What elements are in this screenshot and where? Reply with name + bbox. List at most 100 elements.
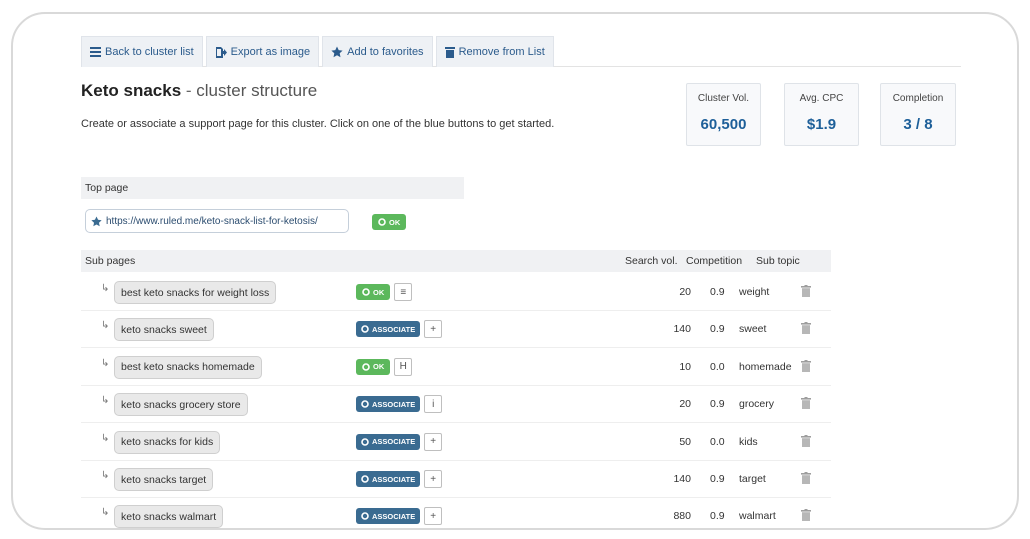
completion-label: Completion [892,93,944,104]
search-vol-value: 10 [679,360,691,373]
delete-row-trash-icon[interactable] [801,321,811,339]
associate-button[interactable]: ASSOCIATE [356,396,421,413]
export-icon [215,46,227,58]
plus-icon[interactable]: + [424,470,443,488]
competition-value: 0.9 [710,323,725,336]
associate-button[interactable]: ASSOCIATE [356,471,421,487]
cluster-description: Create or associate a support page for t… [81,118,555,130]
table-row: ↳ keto snacks target ASSOCIATE +140 0.9 targe… [81,461,831,498]
title-subtitle: cluster structure [196,81,318,100]
search-vol-value: 140 [673,473,691,485]
cluster-panel: Back to cluster list Export as image Add… [81,36,961,528]
completion-card: Completion 3 / 8 [880,83,956,146]
row-actions: ASSOCIATE + [356,320,443,339]
sub-topic-value: grocery [739,398,775,411]
sub-page-keyword[interactable]: keto snacks walmart [114,505,224,528]
sub-topic-value: homemade [739,360,792,373]
gear-icon [361,475,369,483]
table-row: ↳ best keto snacks homemade OK H 10 0.0 homema… [81,349,831,386]
sub-topic-value: walmart [739,510,776,523]
sub-item-arrow-icon: ↳ [101,432,110,444]
sub-topic-column-header: Sub topic [756,255,800,267]
gear-icon [361,512,369,521]
sub-item-arrow-icon: ↳ [101,320,110,332]
completion-value: 3 / 8 [903,116,933,133]
plus-icon[interactable]: + [424,320,443,339]
ok-badge[interactable]: OK [356,284,391,300]
cluster-keyword: Keto snacks [81,81,182,100]
export-as-image-button[interactable]: Export as image [205,36,320,67]
cluster-vol-label: Cluster Vol. [697,93,750,104]
remove-from-list-button[interactable]: Remove from List [435,36,554,67]
table-row: ↳ keto snacks for kids ASSOCIATE +50 0.0 kids [81,424,831,461]
associate-button[interactable]: ASSOCIATE [356,508,421,525]
sub-page-keyword[interactable]: best keto snacks for weight loss [114,281,277,304]
status-label: OK [373,362,385,372]
sub-pages-heading: Sub pages [85,255,136,267]
sub-item-arrow-icon: ↳ [101,357,110,369]
remove-label: Remove from List [458,46,545,58]
status-label: ASSOCIATE [372,437,416,447]
plus-icon[interactable]: + [424,507,443,526]
delete-row-trash-icon[interactable] [801,396,811,414]
table-row: ↳ keto snacks walmart ASSOCIATE +880 0.9 walm… [81,498,831,528]
add-to-favorites-button[interactable]: Add to favorites [322,36,433,67]
status-label: ASSOCIATE [372,324,416,334]
sub-page-keyword[interactable]: keto snacks target [114,468,214,491]
back-label: Back to cluster list [105,46,194,58]
status-label: ASSOCIATE [372,399,416,409]
sub-topic-value: target [739,473,766,485]
delete-row-trash-icon[interactable] [801,359,811,377]
top-page-status[interactable]: OK [372,213,407,231]
table-row: ↳ keto snacks sweet ASSOCIATE +140 0.9 sweet [81,311,831,349]
row-actions: OK H [356,357,413,376]
gear-icon [361,325,369,334]
star-icon [91,215,102,226]
delete-row-trash-icon[interactable] [801,508,811,526]
ok-badge[interactable]: OK [372,214,407,230]
paragraph-icon[interactable]: ≡ [394,283,413,301]
row-actions: ASSOCIATE + [356,507,443,526]
delete-row-trash-icon[interactable] [801,434,811,452]
top-page-url-field[interactable]: https://www.ruled.me/keto-snack-list-for… [85,209,349,233]
cluster-vol-value: 60,500 [700,116,747,133]
info-icon[interactable]: i [424,395,443,414]
competition-value: 0.0 [710,360,725,373]
sub-page-keyword[interactable]: keto snacks sweet [114,318,214,342]
competition-value: 0.9 [710,286,725,298]
top-page-heading: Top page [85,182,129,194]
search-vol-value: 20 [679,286,691,298]
row-actions: OK ≡ [356,283,413,301]
sub-item-arrow-icon: ↳ [101,507,110,519]
sub-page-keyword[interactable]: best keto snacks homemade [114,355,262,379]
sub-pages-header: Sub pages Search vol. Competition Sub to… [81,250,831,272]
avg-cpc-label: Avg. CPC [799,93,844,104]
back-to-cluster-list-button[interactable]: Back to cluster list [81,36,203,67]
avg-cpc-value: $1.9 [806,116,837,133]
row-actions: ASSOCIATE i [356,395,443,414]
search-vol-value: 140 [673,323,691,336]
sub-page-keyword[interactable]: keto snacks grocery store [114,393,248,417]
associate-button[interactable]: ASSOCIATE [356,433,421,450]
delete-row-trash-icon[interactable] [801,284,811,302]
table-row: ↳ best keto snacks for weight loss OK ≡ 20 0.… [81,274,831,311]
sub-page-keyword[interactable]: keto snacks for kids [114,430,221,454]
gear-icon [362,288,370,296]
search-vol-column-header: Search vol. [625,255,678,267]
sub-item-arrow-icon: ↳ [101,470,110,481]
delete-row-trash-icon[interactable] [801,471,811,489]
top-page-header: Top page [81,177,464,199]
plus-icon[interactable]: + [424,432,443,451]
sub-topic-value: sweet [739,323,767,336]
ok-badge[interactable]: OK [356,358,391,375]
table-row: ↳ keto snacks grocery store ASSOCIATE i 20 0.… [81,386,831,424]
associate-button[interactable]: ASSOCIATE [356,321,421,338]
gear-icon [362,362,370,371]
search-vol-value: 50 [679,435,691,448]
trash-icon [444,47,455,58]
row-actions: ASSOCIATE + [356,470,443,488]
sub-topic-value: weight [739,286,770,298]
heading-icon[interactable]: H [394,357,413,376]
list-icon [90,47,101,57]
page-title: Keto snacks - cluster structure [81,81,317,101]
